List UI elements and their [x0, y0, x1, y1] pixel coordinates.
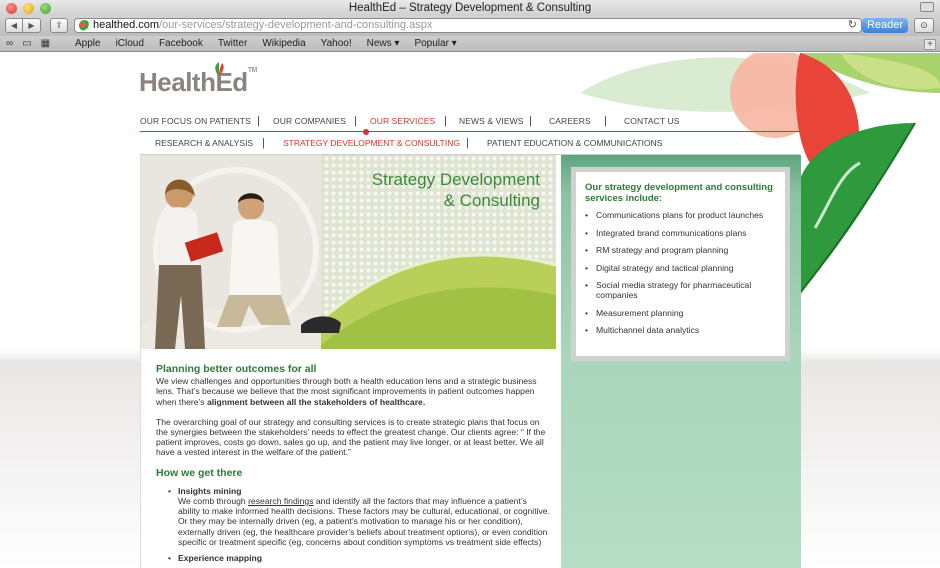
services-list: Communications plans for product launche… — [585, 210, 777, 335]
address-bar[interactable]: healthed.com/our-services/strategy-devel… — [74, 18, 862, 33]
hero-title-line2: & Consulting — [443, 191, 540, 210]
services-list-item: Measurement planning — [585, 308, 777, 318]
nav-careers[interactable]: CAREERS — [549, 116, 591, 126]
bookmarks-book-icon[interactable]: ▭ — [22, 36, 31, 52]
active-nav-indicator — [363, 129, 369, 135]
url-path: /our-services/strategy-development-and-c… — [159, 19, 433, 31]
bookmark-item[interactable]: Twitter — [218, 36, 247, 52]
hero-title: Strategy Development & Consulting — [355, 169, 540, 211]
sub-navigation: RESEARCH & ANALYSIS | STRATEGY DEVELOPME… — [140, 137, 800, 153]
services-heading: Our strategy development and consulting … — [585, 182, 773, 204]
nav-separator: | — [466, 137, 469, 149]
bookmark-item[interactable]: News ▾ — [367, 36, 400, 52]
logo-leaf-icon — [215, 62, 224, 76]
approach-item-text: We comb through research findings and id… — [178, 496, 551, 547]
approach-list: Insights mining We comb through research… — [168, 486, 551, 564]
hero-title-line1: Strategy Development — [371, 170, 540, 189]
approach-text-pre: We comb through — [178, 496, 249, 507]
minimize-window-button[interactable] — [23, 3, 34, 14]
window-controls — [6, 3, 51, 14]
downloads-icon[interactable]: ⊙ — [914, 18, 934, 33]
nav-separator: | — [604, 115, 607, 127]
services-box: Our strategy development and consulting … — [571, 167, 790, 361]
paragraph-goal: The overarching goal of our strategy and… — [156, 416, 546, 458]
article-body: Planning better outcomes for all We view… — [156, 363, 551, 564]
bookmark-item[interactable]: iCloud — [116, 36, 144, 52]
bookmarks-bar: ∞ ▭ ▦ Apple iCloud Facebook Twitter Wiki… — [0, 36, 940, 52]
approach-item-title: Insights mining — [178, 485, 242, 496]
main-content: Strategy Development & Consulting Our st… — [140, 155, 801, 568]
section-heading-planning: Planning better outcomes for all — [156, 363, 317, 375]
share-icon[interactable]: ⇪ — [50, 18, 68, 33]
section-heading-how: How we get there — [156, 466, 243, 479]
url-host: healthed.com — [93, 19, 160, 31]
history-buttons: ◀ ▶ — [5, 18, 41, 33]
subnav-strategy-development[interactable]: STRATEGY DEVELOPMENT & CONSULTING — [283, 138, 460, 148]
close-window-button[interactable] — [6, 3, 17, 14]
main-navigation: OUR FOCUS ON PATIENTS | OUR COMPANIES | … — [140, 114, 800, 132]
paragraph-intro-bold: alignment between all the stakeholders o… — [206, 396, 426, 407]
forward-arrow-icon[interactable]: ▶ — [23, 18, 41, 33]
services-list-item: RM strategy and program planning — [585, 245, 777, 255]
bookmark-item[interactable]: Popular ▾ — [414, 36, 456, 52]
approach-item-experience: Experience mapping — [168, 553, 551, 563]
bookmark-items: Apple iCloud Facebook Twitter Wikipedia … — [75, 36, 457, 52]
logo-text-health: Health — [139, 67, 216, 97]
window-titlebar: HealthEd – Strategy Development & Consul… — [0, 0, 940, 16]
bookmark-item[interactable]: Yahoo! — [321, 36, 352, 52]
services-list-item: Integrated brand communications plans — [585, 228, 777, 238]
fullscreen-button[interactable] — [920, 2, 934, 12]
web-page: HealthEdTM OUR FOCUS ON PATIENTS | OUR C… — [0, 53, 940, 568]
zoom-window-button[interactable] — [40, 3, 51, 14]
research-findings-link[interactable]: research findings — [248, 496, 313, 506]
bookmark-item[interactable]: Facebook — [159, 36, 203, 52]
reader-button[interactable]: Reader — [862, 18, 908, 33]
approach-item-title: Experience mapping — [178, 553, 263, 564]
nav-separator: | — [529, 115, 532, 127]
services-list-item: Digital strategy and tactical planning — [585, 263, 777, 273]
sidebar-column: Our strategy development and consulting … — [561, 155, 801, 568]
site-favicon-icon — [79, 20, 90, 31]
services-list-item: Social media strategy for pharmaceutical… — [585, 280, 777, 300]
reading-list-icon[interactable]: ∞ — [6, 36, 13, 52]
back-arrow-icon[interactable]: ◀ — [5, 18, 23, 33]
services-list-item: Communications plans for product launche… — [585, 210, 777, 220]
nav-divider — [140, 131, 800, 132]
hero-banner: Strategy Development & Consulting — [141, 155, 556, 349]
nav-news-and-views[interactable]: NEWS & VIEWS — [459, 116, 524, 126]
services-list-item: Multichannel data analytics — [585, 325, 777, 335]
nav-our-services[interactable]: OUR SERVICES — [370, 116, 435, 126]
nav-our-focus-on-patients[interactable]: OUR FOCUS ON PATIENTS — [140, 116, 251, 126]
subnav-patient-education[interactable]: PATIENT EDUCATION & COMMUNICATIONS — [487, 138, 662, 148]
browser-toolbar: ◀ ▶ ⇪ healthed.com/our-services/strategy… — [0, 16, 940, 36]
nav-our-companies[interactable]: OUR COMPANIES — [273, 116, 346, 126]
bookmark-icons: ∞ ▭ ▦ — [6, 36, 50, 52]
nav-separator: | — [444, 115, 447, 127]
nav-contact-us[interactable]: CONTACT US — [624, 116, 679, 126]
healthed-logo[interactable]: HealthEdTM — [139, 67, 257, 98]
window-title: HealthEd – Strategy Development & Consul… — [348, 2, 592, 14]
add-bookmark-icon[interactable]: + — [924, 39, 936, 50]
bookmark-item[interactable]: Wikipedia — [262, 36, 305, 52]
paragraph-intro: We view challenges and opportunities thr… — [156, 376, 551, 407]
bookmark-item[interactable]: Apple — [75, 36, 101, 52]
subnav-research-and-analysis[interactable]: RESEARCH & ANALYSIS — [155, 138, 253, 148]
top-sites-grid-icon[interactable]: ▦ — [41, 36, 50, 52]
approach-item-insights: Insights mining We comb through research… — [168, 486, 551, 547]
nav-separator: | — [257, 115, 260, 127]
nav-separator: | — [262, 137, 265, 149]
logo-tm: TM — [247, 67, 258, 74]
nav-separator: | — [354, 115, 357, 127]
reload-icon[interactable]: ↻ — [848, 19, 857, 32]
